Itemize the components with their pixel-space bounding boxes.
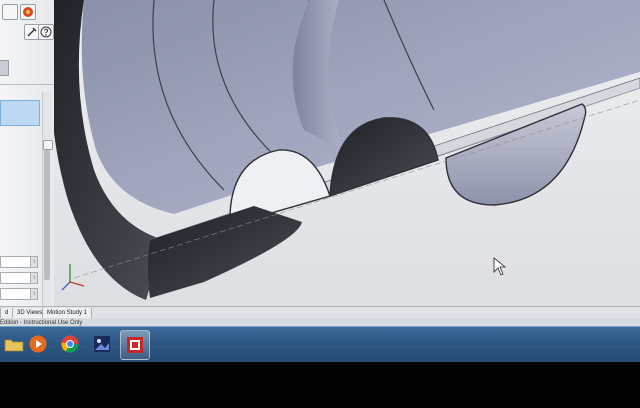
screen: ↕ ↕ ↕ d 3D Views Motion Study 1 Edition … [0,0,640,362]
feature-manager-panel: ↕ ↕ ↕ [0,0,55,318]
graphics-viewport[interactable] [54,0,640,318]
spin-arrows-icon[interactable]: ↕ [30,257,37,267]
appearance-glyph [23,7,33,17]
image-app-icon[interactable] [88,330,116,358]
spin-input-1[interactable]: ↕ [0,256,38,268]
panel-divider [0,84,54,85]
options-glyph [27,27,37,37]
appearance-icon[interactable] [20,4,36,20]
chrome-icon[interactable] [56,330,84,358]
help-icon[interactable] [38,24,54,40]
help-glyph [40,26,52,38]
selected-feature-item[interactable] [0,100,40,126]
collapse-icon[interactable] [43,140,53,150]
media-player-icon[interactable] [24,330,52,358]
part-icon[interactable] [2,4,18,20]
panel-tab[interactable] [0,60,9,76]
spin-input-3[interactable]: ↕ [0,288,38,300]
folder-glyph [4,339,24,352]
chrome-glyph [61,335,79,353]
scrollbar-thumb[interactable] [44,140,50,280]
solidworks-icon[interactable] [120,330,150,360]
model-render [54,0,640,318]
spin-input-2[interactable]: ↕ [0,272,38,284]
panel-scrollbar[interactable] [42,92,51,312]
spin-arrows-icon[interactable]: ↕ [30,289,37,299]
windows-taskbar [0,326,640,362]
spin-arrows-icon[interactable]: ↕ [30,273,37,283]
monitor-bezel [0,362,640,408]
image-glyph [94,336,110,352]
solidworks-glyph [127,337,143,353]
play-glyph [29,335,47,353]
